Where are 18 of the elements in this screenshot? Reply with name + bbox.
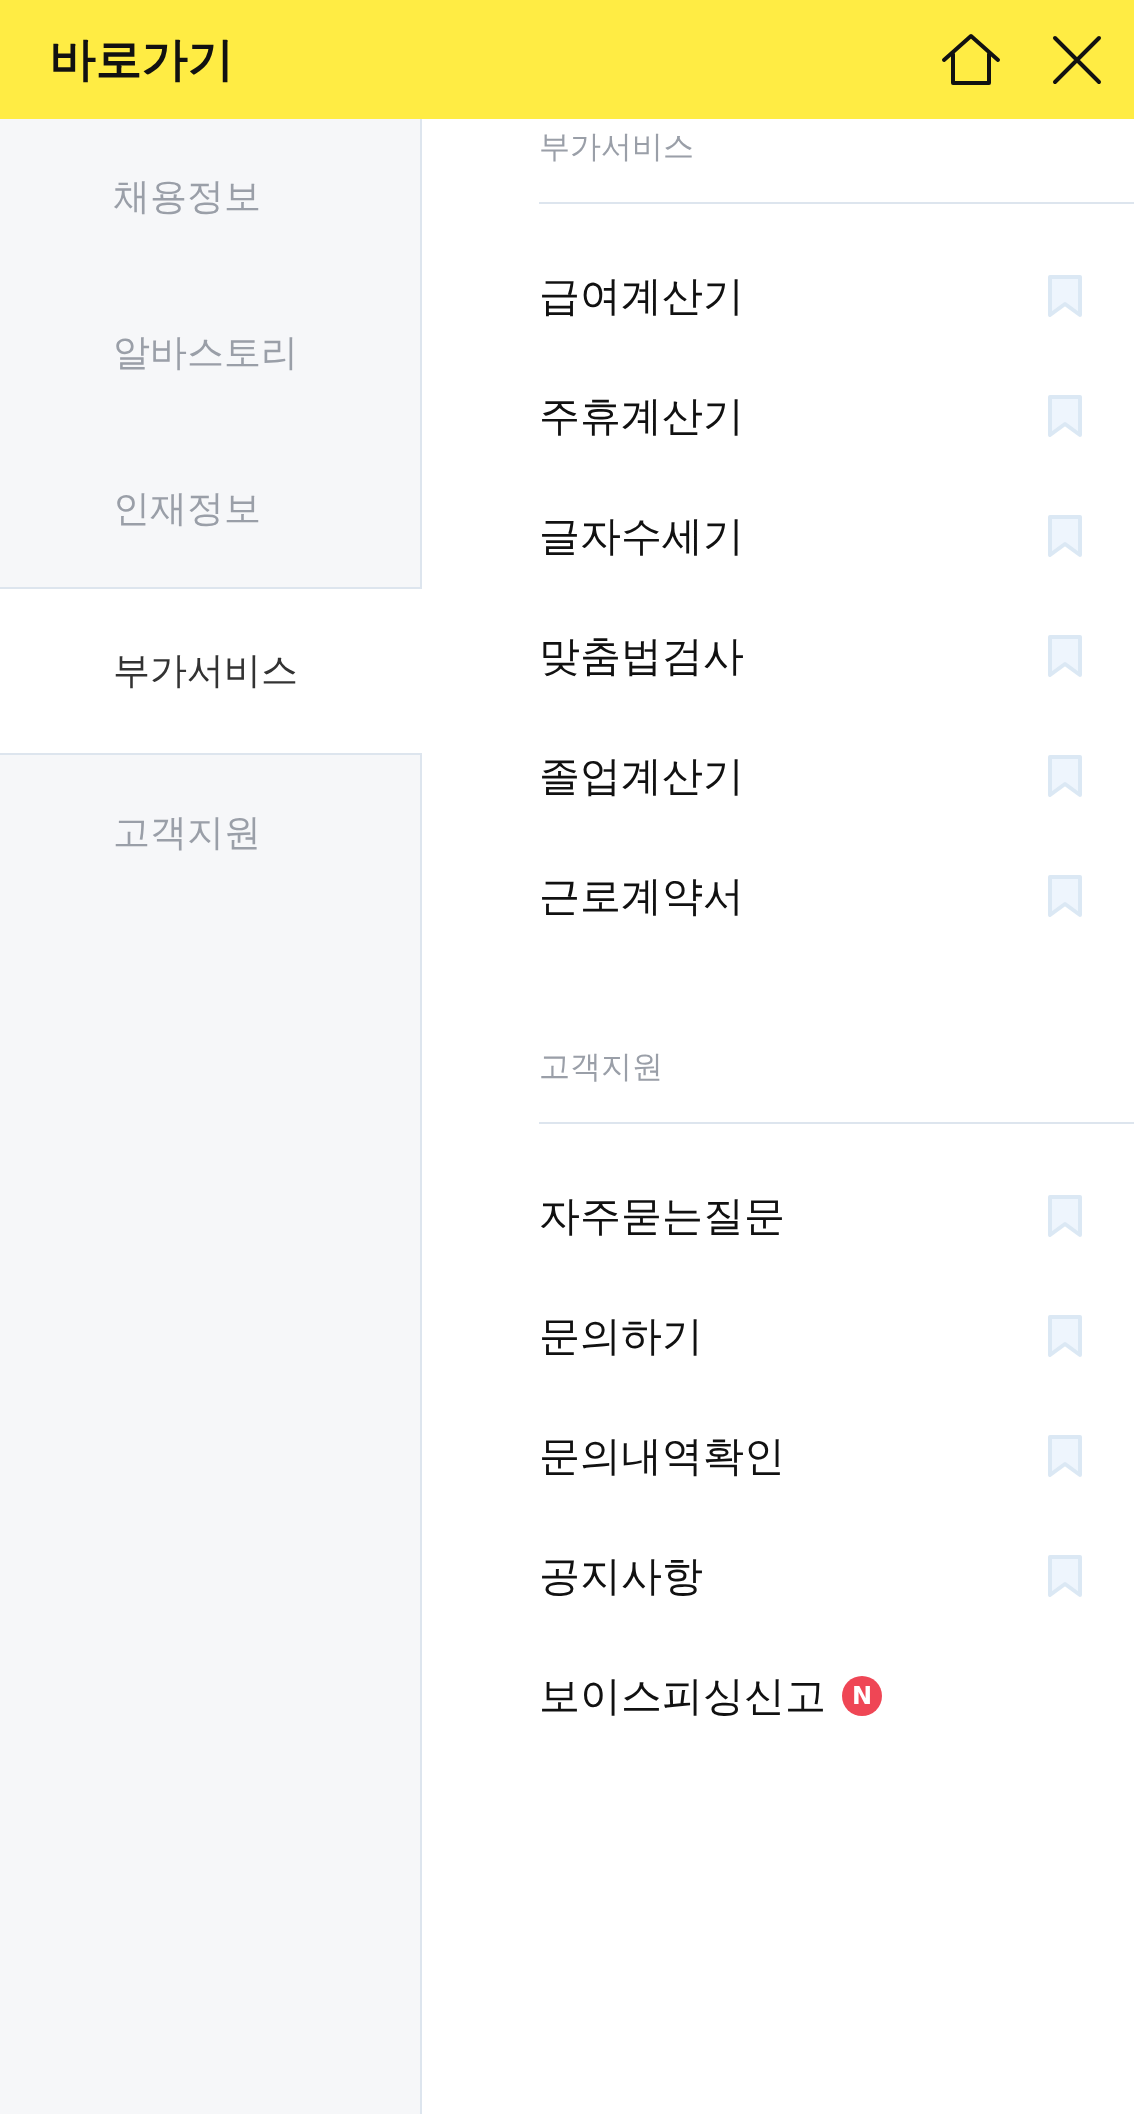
menu-link[interactable]: 공지사항 bbox=[539, 1548, 703, 1604]
new-badge: N bbox=[842, 1676, 882, 1716]
menu-link[interactable]: 졸업계산기 bbox=[539, 748, 744, 804]
menu-link[interactable]: 문의내역확인 bbox=[539, 1428, 785, 1484]
menu-link[interactable]: 근로계약서 bbox=[539, 868, 744, 924]
section-title: 고객지원 bbox=[539, 1048, 663, 1084]
menu-link[interactable]: 문의하기 bbox=[539, 1308, 703, 1364]
menu-link[interactable]: 글자수세기 bbox=[539, 508, 744, 564]
menu-link[interactable]: 보이스피싱신고 bbox=[539, 1668, 826, 1724]
menu-link[interactable]: 맞춤법검사 bbox=[539, 628, 744, 684]
sidebar-item[interactable]: 부가서비스 bbox=[0, 587, 422, 755]
header-title: 바로가기 bbox=[50, 30, 234, 88]
home-icon[interactable] bbox=[940, 31, 1002, 88]
menu-link[interactable]: 급여계산기 bbox=[539, 268, 744, 324]
section-title: 부가서비스 bbox=[539, 128, 694, 164]
close-icon[interactable] bbox=[1052, 34, 1102, 85]
menu-link[interactable]: 주휴계산기 bbox=[539, 388, 744, 444]
menu-link[interactable]: 자주묻는질문 bbox=[539, 1188, 785, 1244]
